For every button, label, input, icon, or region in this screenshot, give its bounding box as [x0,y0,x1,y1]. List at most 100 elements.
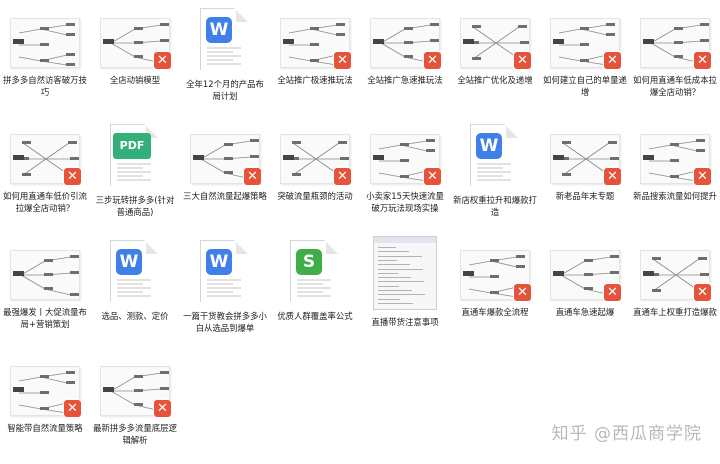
xmind-badge-icon: ✕ [604,52,621,69]
file-item[interactable]: ✕ 直通车急速起爆 [540,232,630,348]
file-item[interactable]: ✕ 如何建立自己的单量递增 [540,0,630,116]
file-label: 最强爆发丨大促流量布局+营销策划 [3,307,87,329]
file-label: 全站推广优化及递增 [457,75,533,85]
file-label: 拼多多自然访客破万技巧 [3,75,87,97]
mindmap-thumbnail: ✕ [640,134,711,185]
file-item[interactable]: 拼多多自然访客破万技巧 [0,0,90,116]
file-label: 全站推广极速推玩法 [277,75,353,85]
mindmap-thumbnail: ✕ [640,18,711,69]
mindmap-thumbnail: ✕ [550,250,621,301]
spreadsheet-icon: S [290,240,338,302]
file-label: 如何用直通车低价引流拉爆全店动销？ [3,191,87,213]
mindmap-thumbnail: ✕ [460,250,531,301]
watermark: 知乎 @西瓜商学院 [551,424,702,444]
file-item[interactable]: ✕ 直通车爆款全流程 [450,232,540,348]
file-label: 新店权重拉升和爆款打造 [453,195,537,217]
file-item[interactable]: W 一篇干货教会拼多多小白从选品到爆单 [180,232,270,348]
mindmap-thumbnail [10,250,80,300]
word-app-icon: W [206,249,232,275]
file-label: 小卖家15天快速流量破万玩法现场实操 [366,191,444,213]
file-item[interactable]: ✕ 最新拼多多流量底层逻辑解析 [90,348,180,464]
xmind-badge-icon: ✕ [244,168,261,185]
mindmap-thumbnail: ✕ [550,18,621,69]
file-label: 最新拼多多流量底层逻辑解析 [93,423,177,445]
file-item[interactable]: W 全年12个月的产品布局计划 [180,0,270,116]
pdf-app-icon: PDF [113,133,151,159]
file-label: 智能带自然流量策略 [7,423,83,433]
file-label: 全店动销模型 [109,75,161,85]
file-grid: 拼多多自然访客破万技巧 ✕ 全店动销模型 W 全年12个月的产品布局计划 ✕ 全站推广极速推… [0,0,720,464]
file-item[interactable]: ✕ 新品搜索流量如何提升 [630,116,720,232]
file-label: 选品、测款、定价 [101,311,169,321]
file-item[interactable]: ✕ 全店动销模型 [90,0,180,116]
file-item[interactable]: ✕ 如何用直通车低成本拉爆全店动销？ [630,0,720,116]
mindmap-thumbnail: ✕ [460,18,531,69]
file-item[interactable]: ✕ 直通车上权重打造爆款 [630,232,720,348]
xmind-badge-icon: ✕ [64,168,81,185]
file-label: 三步玩转拼多多(针对普通商品) [95,195,175,217]
mindmap-thumbnail: ✕ [640,250,711,301]
file-label: 三大自然流量起爆策略 [183,191,267,201]
mindmap-thumbnail: ✕ [280,18,351,69]
file-item[interactable]: ✕ 新老品年末专题 [540,116,630,232]
word-document-icon: W [200,240,248,302]
screenshot-thumbnail [373,236,437,310]
word-document-icon: W [200,8,248,70]
file-label: 新老品年末专题 [555,191,615,201]
mindmap-thumbnail: ✕ [190,134,261,185]
pdf-document-icon: PDF [110,124,158,186]
file-item[interactable]: ✕ 突破流量瓶颈的活动 [270,116,360,232]
file-item[interactable]: 直播带货注意事项 [360,232,450,348]
file-item[interactable]: PDF 三步玩转拼多多(针对普通商品) [90,116,180,232]
word-app-icon: W [116,249,142,275]
xmind-badge-icon: ✕ [154,400,171,417]
file-label: 一篇干货教会拼多多小白从选品到爆单 [183,311,267,333]
file-label: 优质人群覆盖率公式 [277,311,353,321]
word-app-icon: W [206,17,232,43]
mindmap-thumbnail: ✕ [280,134,351,185]
mindmap-thumbnail: ✕ [550,134,621,185]
file-item[interactable]: W 新店权重拉升和爆款打造 [450,116,540,232]
mindmap-thumbnail: ✕ [10,366,81,417]
xmind-badge-icon: ✕ [334,52,351,69]
file-label: 直通车急速起爆 [555,307,615,317]
file-label: 直通车上权重打造爆款 [633,307,717,317]
file-item[interactable]: ✕ 全站推广优化及递增 [450,0,540,116]
xmind-badge-icon: ✕ [424,52,441,69]
file-label: 如何用直通车低成本拉爆全店动销？ [633,75,717,97]
file-item[interactable]: ✕ 三大自然流量起爆策略 [180,116,270,232]
sheet-app-icon: S [296,249,322,275]
file-label: 全年12个月的产品布局计划 [186,79,264,101]
xmind-badge-icon: ✕ [514,52,531,69]
xmind-badge-icon: ✕ [514,284,531,301]
file-item[interactable]: 最强爆发丨大促流量布局+营销策划 [0,232,90,348]
file-item[interactable]: ✕ 全站推广急速推玩法 [360,0,450,116]
file-item[interactable]: S 优质人群覆盖率公式 [270,232,360,348]
word-app-icon: W [476,133,502,159]
xmind-badge-icon: ✕ [694,284,711,301]
xmind-badge-icon: ✕ [694,168,711,185]
file-item[interactable]: ✕ 全站推广极速推玩法 [270,0,360,116]
file-label: 新品搜索流量如何提升 [633,191,717,201]
file-label: 直播带货注意事项 [371,317,439,327]
mindmap-thumbnail [10,18,80,68]
file-item[interactable]: W 选品、测款、定价 [90,232,180,348]
file-label: 突破流量瓶颈的活动 [277,191,353,201]
file-label: 如何建立自己的单量递增 [543,75,627,97]
mindmap-thumbnail: ✕ [10,134,81,185]
file-label: 直通车爆款全流程 [461,307,529,317]
file-item[interactable]: ✕ 智能带自然流量策略 [0,348,90,464]
mindmap-thumbnail: ✕ [100,366,171,417]
file-item[interactable]: ✕ 如何用直通车低价引流拉爆全店动销？ [0,116,90,232]
mindmap-thumbnail: ✕ [370,18,441,69]
xmind-badge-icon: ✕ [154,52,171,69]
word-document-icon: W [110,240,158,302]
file-item[interactable]: ✕ 小卖家15天快速流量破万玩法现场实操 [360,116,450,232]
mindmap-thumbnail: ✕ [370,134,441,185]
xmind-badge-icon: ✕ [604,168,621,185]
word-document-icon: W [470,124,518,186]
xmind-badge-icon: ✕ [334,168,351,185]
xmind-badge-icon: ✕ [64,400,81,417]
xmind-badge-icon: ✕ [424,168,441,185]
file-label: 全站推广急速推玩法 [367,75,443,85]
